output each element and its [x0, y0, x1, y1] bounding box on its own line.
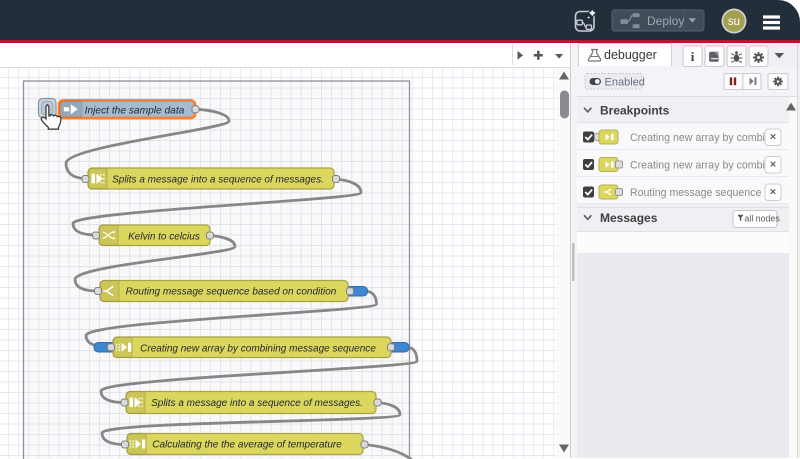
svg-text:su: su: [728, 16, 740, 28]
svg-text:Kelvin to celcius: Kelvin to celcius: [128, 231, 200, 242]
svg-text:Splits a message into a sequen: Splits a message into a sequence of mess…: [151, 398, 363, 409]
svg-text:Inject the sample data: Inject the sample data: [85, 105, 185, 116]
svg-text:all nodes: all nodes: [745, 213, 781, 223]
svg-text:Deploy: Deploy: [647, 14, 684, 28]
svg-text:Breakpoints: Breakpoints: [600, 103, 670, 117]
svg-text:Messages: Messages: [600, 210, 658, 224]
svg-text:Splits a message into a sequen: Splits a message into a sequence of mess…: [112, 174, 324, 185]
svg-text:Enabled: Enabled: [605, 76, 645, 88]
svg-text:debugger: debugger: [604, 48, 657, 62]
svg-text:i: i: [691, 49, 695, 64]
svg-text:Routing message sequence based: Routing message sequence based on condit…: [126, 286, 337, 297]
svg-text:Calculating the the average of: Calculating the the average of temperatu…: [152, 439, 342, 450]
svg-text:Creating new array by combinin: Creating new array by combining message …: [140, 343, 376, 354]
